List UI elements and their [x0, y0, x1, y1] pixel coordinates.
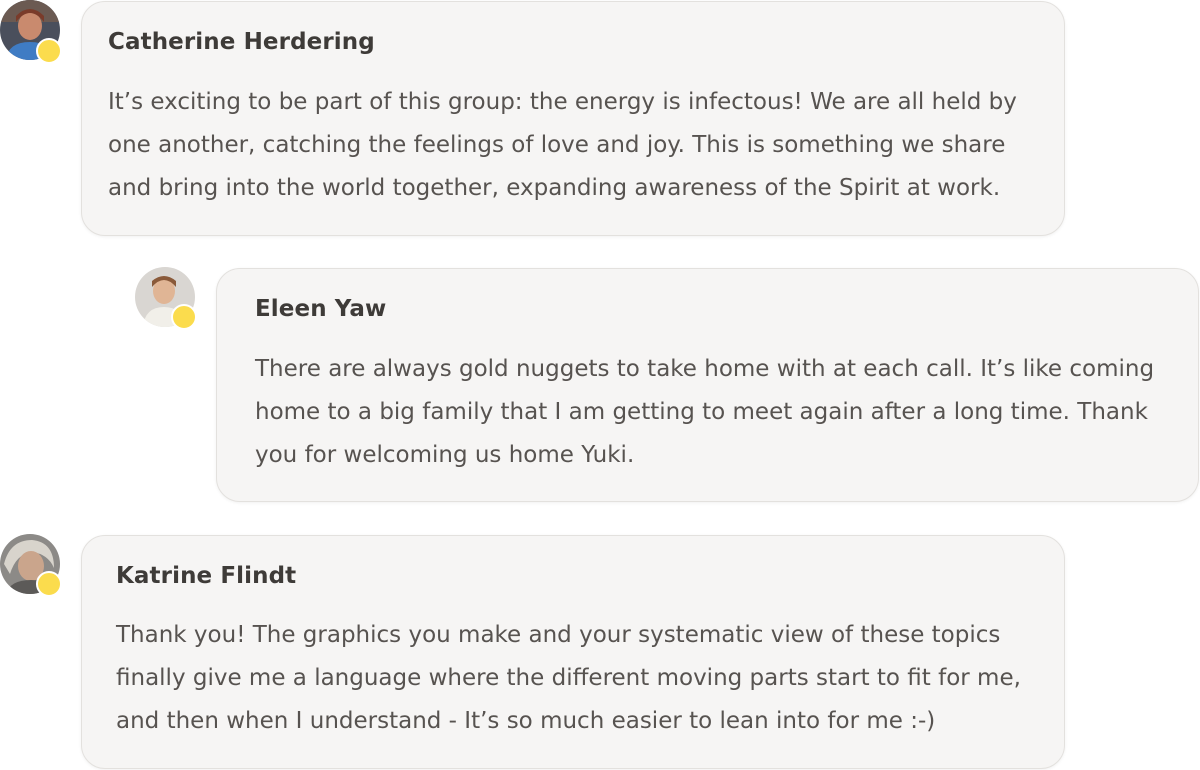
message-line: There are always gold nuggets to take ho… [255, 356, 1155, 382]
message-line: It’s exciting to be part of this group: … [108, 89, 1017, 115]
message-text: There are always gold nuggets to take ho… [255, 348, 1154, 477]
message-text: It’s exciting to be part of this group: … [108, 81, 1017, 210]
message-line: you for welcoming us home Yuki. [255, 442, 635, 468]
status-badge [36, 38, 62, 64]
message-line: Thank you! The graphics you make and you… [116, 622, 1001, 648]
message-line: and then when I understand - It’s so muc… [116, 708, 936, 734]
testimonials-thread: Catherine Herdering It’s exciting to be … [0, 0, 1200, 770]
status-badge [171, 304, 197, 330]
message-line: home to a big family that I am getting t… [255, 399, 1148, 425]
message-line: one another, catching the feelings of lo… [108, 132, 1006, 158]
author-name: Catherine Herdering [108, 29, 375, 55]
message-line: finally give me a language where the dif… [116, 665, 1021, 691]
author-name: Katrine Flindt [116, 563, 297, 589]
message-line: and bring into the world together, expan… [108, 175, 1001, 201]
author-name: Eleen Yaw [255, 296, 387, 322]
status-badge [36, 571, 62, 597]
message-text: Thank you! The graphics you make and you… [116, 614, 1021, 743]
